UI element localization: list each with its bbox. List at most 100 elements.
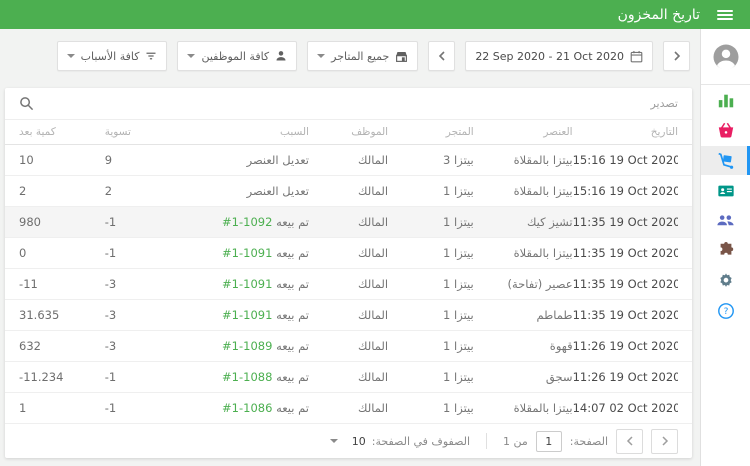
hamburger-icon <box>717 8 733 22</box>
card-toolbar: تصدير <box>5 88 692 120</box>
table-header-row: التاريخ العنصر المتجر الموظف السبب تسوية… <box>5 120 692 145</box>
cell-date: 11:26 19 Oct 2020 <box>572 339 678 353</box>
table-row[interactable]: 15:16 19 Oct 2020 بيتزا بالمقلاة بيتزا 1… <box>5 176 692 207</box>
sidebar: ? <box>700 29 750 466</box>
receipt-link[interactable]: #1-1086 <box>222 401 272 415</box>
search-button[interactable] <box>19 96 34 111</box>
cell-reason: تعديل العنصر <box>177 184 309 198</box>
search-icon <box>20 97 34 111</box>
sidebar-item-reports[interactable] <box>701 86 750 115</box>
store-icon <box>396 51 408 62</box>
reason-text: تعديل العنصر <box>246 153 309 167</box>
cell-store: بيتزا 1 <box>443 215 474 229</box>
cell-item: عصير (تفاحة) <box>507 277 573 291</box>
help-icon: ? <box>717 302 734 319</box>
prev-page-button[interactable] <box>616 428 643 454</box>
cell-store: بيتزا 1 <box>443 308 474 322</box>
cell-item: بيتزا بالمقلاة <box>513 153 573 167</box>
cell-item: بيتزا بالمقلاة <box>513 246 573 260</box>
reason-text: تم بيعه <box>276 401 309 415</box>
receipt-link[interactable]: #1-1089 <box>222 339 272 353</box>
cell-stock-after: 1 <box>19 401 27 415</box>
date-prev-button[interactable] <box>428 41 456 71</box>
table-row[interactable]: 11:26 19 Oct 2020 قهوة بيتزا 1 المالك تم… <box>5 331 692 362</box>
page-title: تاريخ المخزون <box>617 6 700 23</box>
reason-text: تم بيعه <box>276 308 309 322</box>
column-header-item: العنصر <box>543 126 573 138</box>
reasons-filter-dropdown[interactable]: كافة الأسباب <box>56 41 168 71</box>
column-header-employee: الموظف <box>351 126 389 138</box>
date-next-button[interactable] <box>663 41 690 71</box>
cell-adjustment: -1 <box>104 215 117 229</box>
cell-reason: تعديل العنصر <box>177 153 309 167</box>
cell-employee: المالك <box>358 153 389 167</box>
date-range-button[interactable]: 22 Sep 2020 - 21 Oct 2020 <box>465 41 653 71</box>
cell-date: 11:35 19 Oct 2020 <box>572 277 678 291</box>
cell-item: سجق <box>545 370 573 384</box>
receipt-link[interactable]: #1-1088 <box>222 370 272 384</box>
table-row[interactable]: 11:26 19 Oct 2020 سجق بيتزا 1 المالك تم … <box>5 362 692 393</box>
menu-button[interactable] <box>700 0 750 29</box>
receipt-link[interactable]: #1-1091 <box>222 246 272 260</box>
sidebar-item-employees[interactable] <box>701 206 750 235</box>
cell-stock-after: 0 <box>19 246 27 260</box>
cell-reason: تم بيعه #1-1092 <box>177 215 309 229</box>
cell-date: 11:35 19 Oct 2020 <box>572 215 678 229</box>
puzzle-icon <box>720 241 733 255</box>
table-row[interactable]: 11:35 19 Oct 2020 عصير (تفاحة) بيتزا 1 ا… <box>5 269 692 300</box>
cell-adjustment: 2 <box>104 184 113 198</box>
table-row[interactable]: 11:35 19 Oct 2020 طماطم بيتزا 1 المالك ت… <box>5 300 692 331</box>
cell-stock-after: 2 <box>19 184 27 198</box>
table-row[interactable]: 15:16 19 Oct 2020 بيتزا بالمقلاة بيتزا 3… <box>5 145 692 176</box>
table-row[interactable]: 11:35 19 Oct 2020 تشيز كيك بيتزا 1 المال… <box>5 207 692 238</box>
sidebar-item-account[interactable] <box>701 29 750 85</box>
chevron-down-icon <box>66 54 75 58</box>
date-range-value: 22 Sep 2020 - 21 Oct 2020 <box>475 49 624 63</box>
cell-employee: المالك <box>358 308 389 322</box>
stores-filter-label: جميع المتاجر <box>331 49 390 63</box>
next-page-button[interactable] <box>651 428 678 454</box>
chevron-left-icon <box>438 51 445 61</box>
column-header-stock-after: كمية بعد <box>19 126 56 138</box>
cell-reason: تم بيعه #1-1091 <box>177 308 309 322</box>
reason-text: تم بيعه <box>276 370 309 384</box>
table-body: 15:16 19 Oct 2020 بيتزا بالمقلاة بيتزا 3… <box>5 145 692 424</box>
page-of-label: من 1 <box>503 434 528 448</box>
export-button[interactable]: تصدير <box>650 97 678 110</box>
cell-stock-after: 10 <box>19 153 34 167</box>
cell-item: بيتزا بالمقلاة <box>513 401 573 415</box>
table-row[interactable]: 11:35 19 Oct 2020 بيتزا بالمقلاة بيتزا 1… <box>5 238 692 269</box>
page-number-input[interactable] <box>535 430 562 452</box>
rows-per-page-select[interactable]: الصفوف في الصفحة: 10 <box>329 435 470 448</box>
sidebar-item-help[interactable]: ? <box>701 296 750 325</box>
cell-store: بيتزا 1 <box>443 370 474 384</box>
reason-text: تم بيعه <box>276 277 309 291</box>
sidebar-item-customers[interactable] <box>701 176 750 205</box>
cell-employee: المالك <box>358 339 389 353</box>
hand-truck-icon <box>717 152 733 169</box>
reason-text: تم بيعه <box>276 246 309 260</box>
employees-filter-dropdown[interactable]: كافة الموظفين <box>177 41 298 71</box>
bar-chart-icon <box>718 94 733 107</box>
receipt-link[interactable]: #1-1091 <box>222 308 272 322</box>
sidebar-item-inventory[interactable] <box>701 146 750 175</box>
receipt-link[interactable]: #1-1091 <box>222 277 272 291</box>
cell-adjustment: -3 <box>104 308 117 322</box>
cell-stock-after: 632 <box>19 339 41 353</box>
employees-filter-label: كافة الموظفين <box>201 49 270 63</box>
sidebar-item-settings[interactable] <box>701 266 750 295</box>
sidebar-item-apps[interactable] <box>701 236 750 265</box>
people-icon <box>717 215 734 226</box>
receipt-link[interactable]: #1-1092 <box>222 215 272 229</box>
reason-text: تم بيعه <box>276 215 309 229</box>
person-icon <box>276 51 286 61</box>
cell-employee: المالك <box>358 370 389 384</box>
cell-adjustment: -1 <box>104 370 117 384</box>
sidebar-item-sales[interactable] <box>701 116 750 145</box>
gear-icon <box>719 272 732 287</box>
stores-filter-dropdown[interactable]: جميع المتاجر <box>307 41 419 71</box>
pagination-bar: الصفحة: من 1 الصفوف في الصفحة: 10 <box>5 424 692 458</box>
table-row[interactable]: 14:07 02 Oct 2020 بيتزا بالمقلاة بيتزا 1… <box>5 393 692 424</box>
cell-employee: المالك <box>358 184 389 198</box>
cell-date: 14:07 02 Oct 2020 <box>572 401 678 415</box>
